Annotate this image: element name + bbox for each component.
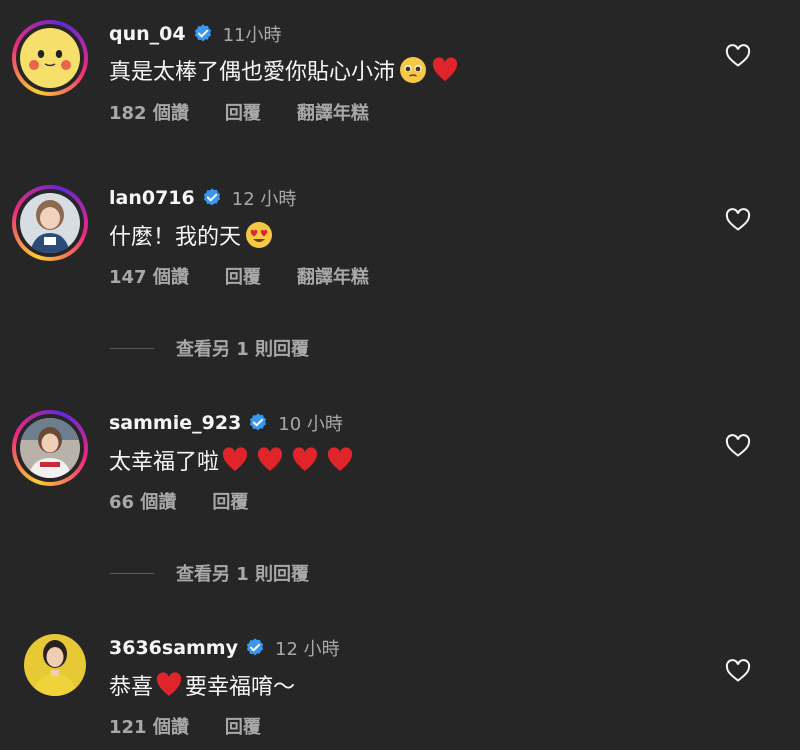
username[interactable]: qun_04 [109,23,186,45]
like-count[interactable]: 121 個讚 [109,713,189,739]
timestamp: 10 小時 [278,414,343,435]
verified-badge-icon [250,413,267,431]
verified-badge-icon [203,188,220,206]
timestamp: 12 小時 [231,189,297,210]
translate-button[interactable]: 翻譯年糕 [297,263,369,289]
avatar[interactable] [12,410,88,486]
heart-icon[interactable] [725,208,751,232]
avatar[interactable] [24,634,86,696]
timestamp: 12 小時 [275,639,340,660]
red-heart-emoji [222,447,248,471]
reply-button[interactable]: 回覆 [225,99,261,125]
pleading-face-emoji [400,57,427,83]
user-photo-avatar-image [20,418,80,478]
reply-button[interactable]: 回覆 [225,263,261,289]
red-heart-emoji [292,447,318,471]
view-replies-label: 查看另 1 則回覆 [176,339,310,360]
username[interactable]: sammie_923 [109,412,241,434]
view-replies-button[interactable]: 查看另 1 則回覆 [110,335,309,361]
pikachu-avatar-image [20,28,80,88]
comment-text: 太幸福了啦 [109,444,354,476]
divider-line [110,347,154,349]
user-photo-avatar-image [24,634,86,696]
username[interactable]: lan0716 [109,187,195,209]
reply-button[interactable]: 回覆 [212,488,248,514]
red-heart-emoji [156,672,182,696]
timestamp: 11小時 [222,25,282,46]
comment-text: 什麼！我的天 [109,219,273,251]
comment-text: 真是太棒了偶也愛你貼心小沛 [109,54,459,86]
like-count[interactable]: 66 個讚 [109,488,176,514]
user-photo-avatar-image [20,193,80,253]
comment-body: 什麼！我的天 [109,225,242,250]
heart-icon[interactable] [725,659,751,683]
heart-eyes-emoji [246,222,273,248]
heart-icon[interactable] [725,434,751,458]
red-heart-emoji [432,57,458,81]
avatar[interactable] [12,20,88,96]
reply-button[interactable]: 回覆 [225,713,261,739]
verified-badge-icon [194,24,211,42]
comment-text: 恭喜 要幸福唷～ [109,669,295,701]
comment-body: 太幸福了啦 [109,450,220,475]
username[interactable]: 3636sammy [109,637,238,659]
comment-body-continued: 要幸福唷～ [185,675,296,700]
red-heart-emoji [257,447,283,471]
divider-line [110,572,154,574]
view-replies-label: 查看另 1 則回覆 [176,564,310,585]
view-replies-button[interactable]: 查看另 1 則回覆 [110,560,309,586]
comment-body: 恭喜 [109,675,154,700]
translate-button[interactable]: 翻譯年糕 [297,99,369,125]
red-heart-emoji [327,447,353,471]
avatar[interactable] [12,185,88,261]
like-count[interactable]: 182 個讚 [109,99,189,125]
like-count[interactable]: 147 個讚 [109,263,189,289]
comment-body: 真是太棒了偶也愛你貼心小沛 [109,60,396,85]
verified-badge-icon [246,638,264,656]
heart-icon[interactable] [725,44,751,68]
